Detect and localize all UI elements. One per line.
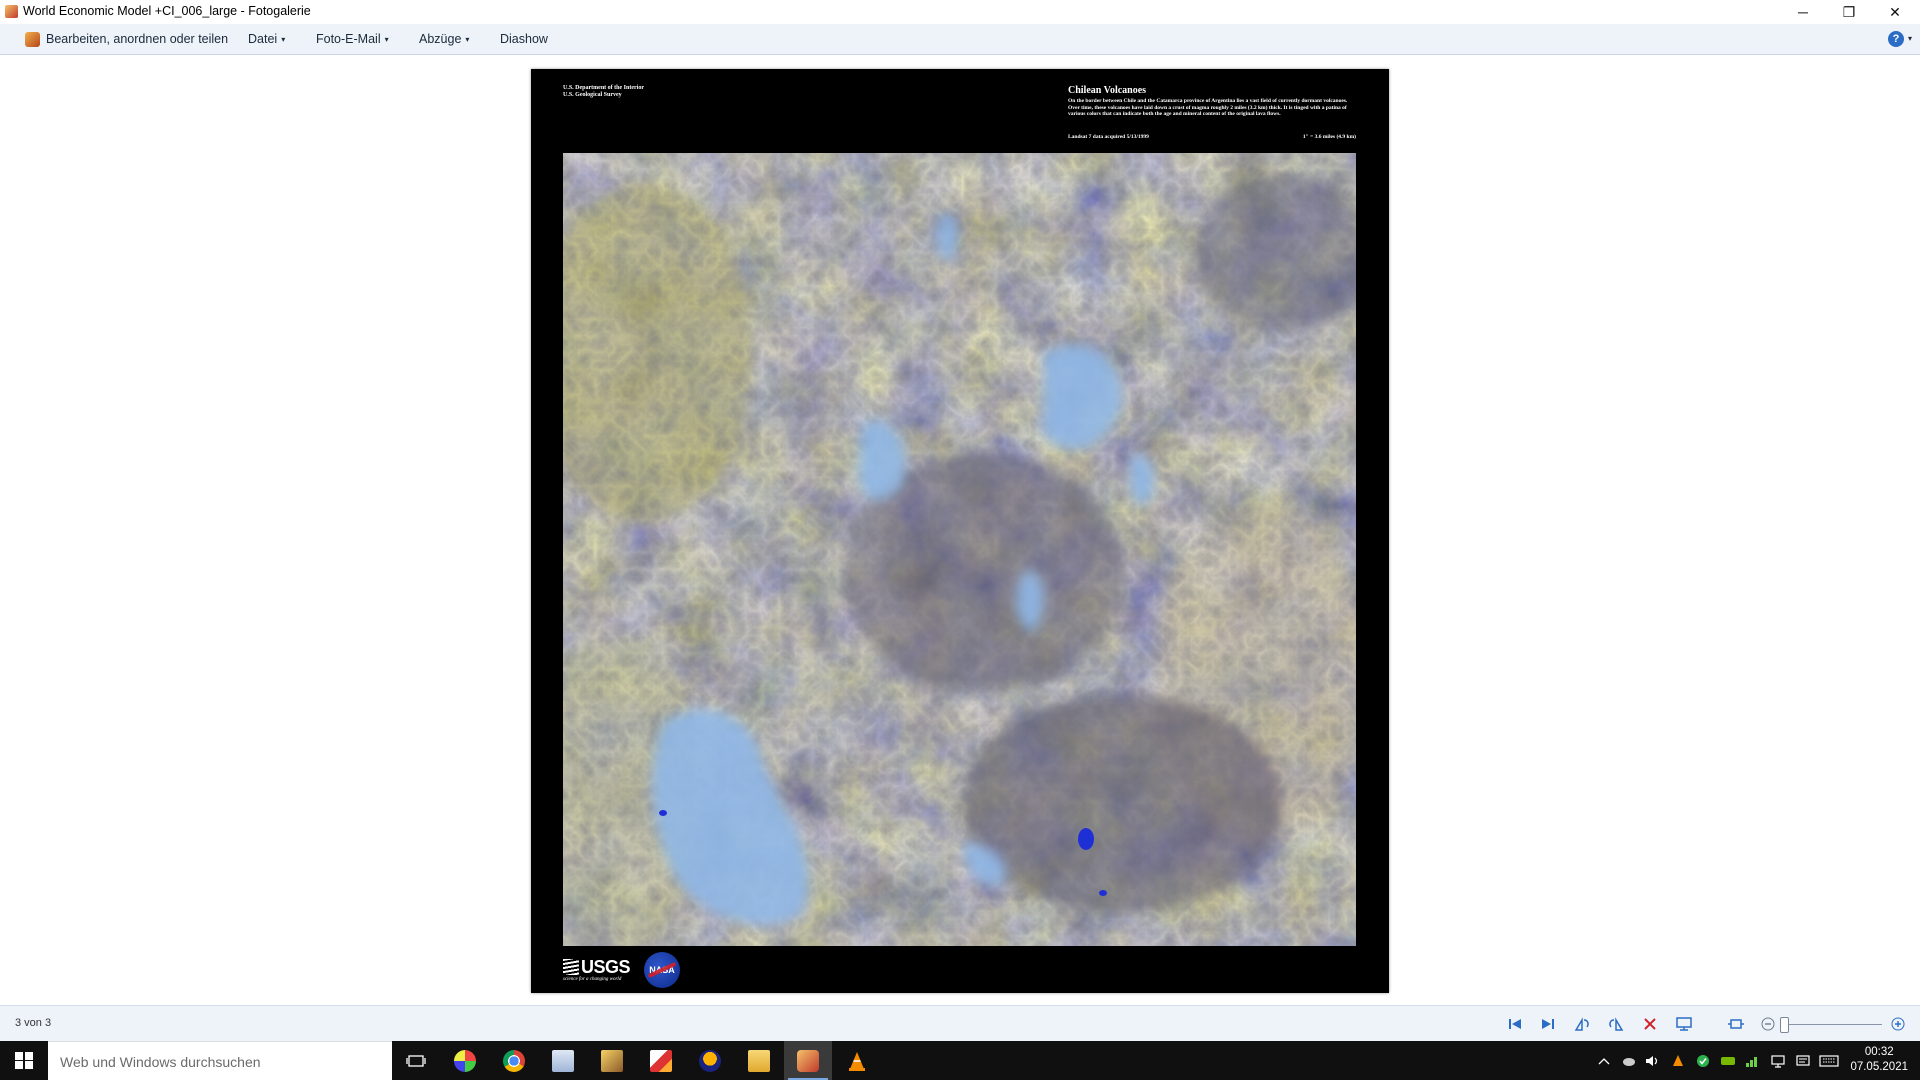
menu-bar: Bearbeiten, anordnen oder teilen Datei ▾… bbox=[0, 24, 1920, 55]
taskbar-app-game-icon[interactable] bbox=[686, 1041, 734, 1080]
poster-agency-line2: U.S. Geological Survey bbox=[563, 92, 622, 98]
photo-email-menu[interactable]: Foto-E-Mail ▾ bbox=[316, 24, 389, 54]
usgs-logo: USGS science for a changing world bbox=[563, 957, 631, 982]
zoom-out-icon[interactable] bbox=[1758, 1015, 1778, 1033]
poster-description: On the border between Chile and the Cata… bbox=[1068, 98, 1348, 118]
slideshow-button[interactable]: Diashow bbox=[500, 24, 548, 54]
help-icon[interactable]: ? bbox=[1888, 31, 1904, 47]
poster-agency-line1: U.S. Department of the Interior bbox=[563, 85, 644, 91]
taskbar-app-vlc-icon[interactable] bbox=[833, 1041, 881, 1080]
minimize-button[interactable]: ─ bbox=[1780, 0, 1826, 24]
zoom-slider-thumb[interactable] bbox=[1780, 1017, 1789, 1033]
tray-network-icon[interactable] bbox=[1742, 1041, 1764, 1080]
satellite-image bbox=[563, 153, 1356, 946]
usgs-waves-icon bbox=[563, 959, 579, 975]
rotate-left-icon[interactable] bbox=[1572, 1015, 1592, 1033]
chevron-down-icon: ▾ bbox=[465, 34, 470, 44]
photo-viewer: U.S. Department of the Interior U.S. Geo… bbox=[0, 55, 1920, 1005]
prints-label: Abzüge bbox=[419, 32, 462, 46]
photo-email-label: Foto-E-Mail bbox=[316, 32, 381, 46]
search-placeholder: Web und Windows durchsuchen bbox=[60, 1054, 261, 1070]
tray-display-icon[interactable] bbox=[1767, 1041, 1789, 1080]
nasa-logo: NASA bbox=[644, 952, 680, 988]
file-label: Datei bbox=[248, 32, 278, 46]
taskbar-app-file-explorer-icon[interactable] bbox=[735, 1041, 783, 1080]
windows-logo-icon bbox=[15, 1051, 33, 1070]
zoom-slider-track[interactable] bbox=[1782, 1024, 1882, 1025]
tray-keyboard-icon[interactable] bbox=[1817, 1041, 1841, 1080]
taskbar: Web und Windows durchsuchen 00:32 07.05.… bbox=[0, 1041, 1920, 1080]
poster-agency: U.S. Department of the Interior U.S. Geo… bbox=[563, 85, 644, 99]
help-chevron-down-icon[interactable]: ▾ bbox=[1908, 34, 1912, 43]
nasa-logo-text: NASA bbox=[649, 965, 675, 975]
poster-image: U.S. Department of the Interior U.S. Geo… bbox=[531, 69, 1389, 993]
taskbar-app-photo-gallery-icon[interactable] bbox=[784, 1041, 832, 1080]
poster-scale: 1" = 3.6 miles (4.9 km) bbox=[1302, 134, 1356, 140]
start-button[interactable] bbox=[0, 1041, 48, 1080]
usgs-logo-text: USGS bbox=[581, 957, 631, 977]
tray-security-check-icon[interactable] bbox=[1692, 1041, 1714, 1080]
tray-volume-icon[interactable] bbox=[1642, 1041, 1664, 1080]
slideshow-icon[interactable] bbox=[1674, 1015, 1694, 1033]
taskbar-search[interactable]: Web und Windows durchsuchen bbox=[48, 1041, 392, 1080]
window-title: World Economic Model +CI_006_large - Fot… bbox=[23, 4, 311, 18]
next-image-icon[interactable] bbox=[1538, 1015, 1558, 1033]
task-view-button[interactable] bbox=[392, 1041, 440, 1080]
clock-date: 07.05.2021 bbox=[1850, 1061, 1908, 1073]
taskbar-app-document-icon[interactable] bbox=[539, 1041, 587, 1080]
clock-time: 00:32 bbox=[1864, 1046, 1894, 1058]
taskbar-app-media-icon[interactable] bbox=[588, 1041, 636, 1080]
title-bar: World Economic Model +CI_006_large - Fot… bbox=[0, 0, 1920, 24]
chevron-down-icon: ▾ bbox=[384, 34, 389, 44]
slideshow-label: Diashow bbox=[500, 32, 548, 46]
file-menu[interactable]: Datei ▾ bbox=[248, 24, 285, 54]
status-bar: 3 von 3 bbox=[0, 1005, 1920, 1042]
tray-nvidia-icon[interactable] bbox=[1717, 1041, 1739, 1080]
satellite-terrain-graphic bbox=[563, 153, 1356, 946]
restore-button[interactable]: ❐ bbox=[1826, 0, 1872, 24]
poster-title: Chilean Volcanoes bbox=[1068, 85, 1147, 96]
organize-icon bbox=[25, 31, 40, 47]
organize-menu[interactable]: Bearbeiten, anordnen oder teilen bbox=[25, 24, 228, 54]
show-hidden-icons-chevron-icon[interactable] bbox=[1594, 1041, 1614, 1080]
organize-label: Bearbeiten, anordnen oder teilen bbox=[46, 32, 229, 46]
taskbar-app-chrome-icon[interactable] bbox=[490, 1041, 538, 1080]
taskbar-app-paint-icon[interactable] bbox=[637, 1041, 685, 1080]
photo-gallery-app-icon bbox=[5, 5, 18, 18]
poster-acquired-date: Landsat 7 data acquired 5/13/1999 bbox=[1068, 134, 1149, 140]
zoom-in-icon[interactable] bbox=[1888, 1015, 1908, 1033]
tray-onedrive-icon[interactable] bbox=[1617, 1041, 1639, 1080]
taskbar-clock[interactable]: 00:32 07.05.2021 bbox=[1850, 1045, 1908, 1075]
prints-menu[interactable]: Abzüge ▾ bbox=[419, 24, 469, 54]
delete-icon[interactable] bbox=[1640, 1015, 1660, 1033]
usgs-tagline: science for a changing world bbox=[563, 977, 622, 982]
tray-action-center-icon[interactable] bbox=[1792, 1041, 1814, 1080]
close-button[interactable]: ✕ bbox=[1872, 0, 1918, 24]
chevron-down-icon: ▾ bbox=[281, 34, 286, 44]
fit-to-window-icon[interactable] bbox=[1726, 1015, 1746, 1033]
tray-vlc-icon[interactable] bbox=[1667, 1041, 1689, 1080]
image-position-counter: 3 von 3 bbox=[15, 1017, 52, 1029]
previous-image-icon[interactable] bbox=[1505, 1015, 1525, 1033]
rotate-right-icon[interactable] bbox=[1606, 1015, 1626, 1033]
taskbar-app-photo-viewer-icon[interactable] bbox=[441, 1041, 489, 1080]
